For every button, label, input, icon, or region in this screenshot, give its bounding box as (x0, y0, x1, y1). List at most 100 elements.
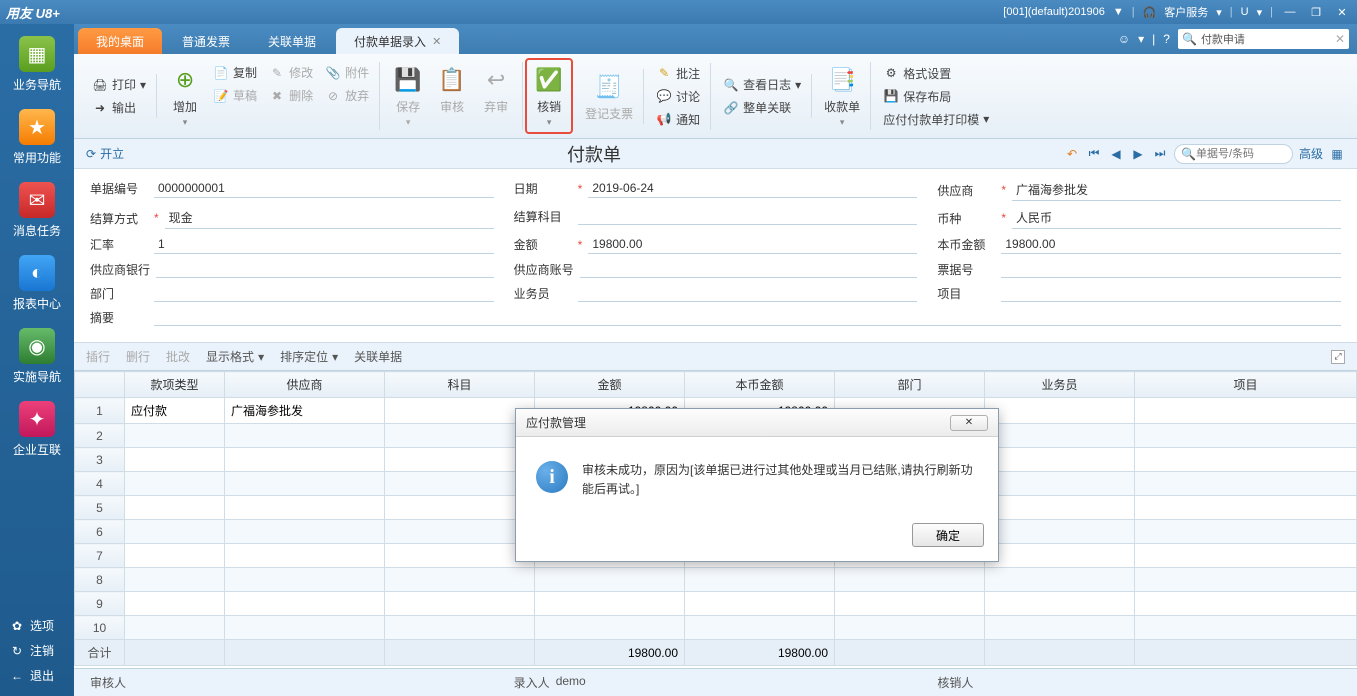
col-local[interactable]: 本币金额 (685, 372, 835, 398)
batch-button[interactable]: 批改 (166, 348, 190, 365)
dropdown-icon[interactable]: ▾ (1257, 6, 1263, 19)
delete-button[interactable]: ✖删除 (265, 85, 317, 106)
clear-icon[interactable]: ✕ (1335, 32, 1345, 46)
unaudit-button[interactable]: ↩弃审 (476, 62, 516, 130)
search-input[interactable] (1201, 33, 1331, 45)
sidebar-business-nav[interactable]: ▦业务导航 (0, 28, 74, 101)
note-button[interactable]: ✎批注 (652, 63, 704, 84)
sort-button[interactable]: 排序定位 ▾ (280, 348, 338, 365)
print-button[interactable]: 🖨打印 ▾ (88, 74, 150, 95)
tab-desktop[interactable]: 我的桌面 (78, 28, 162, 54)
settle-value[interactable]: 现金 (165, 207, 494, 229)
sidebar-exit[interactable]: ←退出 (0, 663, 74, 688)
dialog-ok-button[interactable]: 确定 (912, 523, 984, 547)
tab-close-icon[interactable]: ✕ (432, 35, 441, 48)
table-row[interactable]: 8 (75, 568, 1357, 592)
restore-button[interactable]: ❐ (1307, 3, 1325, 21)
tab-related-doc[interactable]: 关联单据 (250, 28, 334, 54)
currency-value[interactable]: 人民币 (1012, 207, 1341, 229)
delete-row-button[interactable]: 删行 (126, 348, 150, 365)
receipt-button[interactable]: 📑收款单▾ (820, 62, 864, 130)
discuss-button[interactable]: 💬讨论 (652, 86, 704, 107)
table-row[interactable]: 10 (75, 616, 1357, 640)
sidebar-options[interactable]: ✿选项 (0, 613, 74, 638)
clerk-value[interactable] (578, 284, 918, 302)
grid-toolbar: 插行 删行 批改 显示格式 ▾ 排序定位 ▾ 关联单据 ⤢ (74, 343, 1357, 371)
display-format-button[interactable]: 显示格式 ▾ (206, 348, 264, 365)
dropdown-icon[interactable]: ▾ (1138, 32, 1144, 46)
sidebar-enterprise-link[interactable]: ✦企业互联 (0, 393, 74, 466)
col-dept[interactable]: 部门 (835, 372, 985, 398)
format-button[interactable]: ⚙格式设置 (879, 63, 993, 84)
copy-button[interactable]: 📄复制 (209, 62, 261, 83)
kaili-button[interactable]: ⟳开立 (86, 145, 124, 162)
relate-button[interactable]: 🔗整单关联 (719, 97, 805, 118)
input-by-value: demo (556, 674, 586, 691)
verify-button[interactable]: ✅核销▾ (529, 62, 569, 130)
sidebar-logout[interactable]: ↻注销 (0, 638, 74, 663)
save-button[interactable]: 💾保存▾ (388, 62, 428, 130)
customer-service-link[interactable]: 客户服务 (1164, 4, 1208, 20)
sidebar-report-center[interactable]: ◐报表中心 (0, 247, 74, 320)
viewlog-button[interactable]: 🔍查看日志 ▾ (719, 74, 805, 95)
tab-invoice[interactable]: 普通发票 (164, 28, 248, 54)
next-button[interactable]: ▶ (1130, 146, 1146, 162)
grid-icon[interactable]: ▦ (1329, 146, 1345, 162)
supplier-value[interactable]: 广福海参批发 (1012, 179, 1341, 201)
rate-value[interactable]: 1 (154, 235, 494, 254)
output-button[interactable]: ➜输出 (88, 97, 150, 118)
subject-value[interactable] (578, 207, 918, 225)
dialog-titlebar[interactable]: 应付款管理 ✕ (516, 409, 998, 437)
acct-value[interactable] (580, 260, 918, 278)
dropdown-icon[interactable]: ▾ (1216, 6, 1222, 19)
advanced-link[interactable]: 高级 (1299, 145, 1323, 162)
docno-value[interactable]: 0000000001 (154, 179, 494, 198)
sidebar-common-func[interactable]: ★常用功能 (0, 101, 74, 174)
modify-button[interactable]: ✎修改 (265, 62, 317, 83)
prev-button[interactable]: ◀ (1108, 146, 1124, 162)
billno-value[interactable] (1001, 260, 1341, 278)
dropdown-icon[interactable]: ▼ (1113, 6, 1124, 18)
doc-search[interactable]: 🔍 (1174, 144, 1293, 164)
last-button[interactable]: ⏭ (1152, 146, 1168, 162)
related-doc-button[interactable]: 关联单据 (354, 348, 402, 365)
attach-button[interactable]: 📎附件 (321, 62, 373, 83)
dialog-close-button[interactable]: ✕ (950, 415, 988, 431)
local-amount-value[interactable]: 19800.00 (1001, 235, 1341, 254)
col-type[interactable]: 款项类型 (125, 372, 225, 398)
col-supplier[interactable]: 供应商 (225, 372, 385, 398)
bank-value[interactable] (156, 260, 494, 278)
date-value[interactable]: 2019-06-24 (588, 179, 917, 198)
summary-value[interactable] (154, 308, 1341, 326)
amount-value[interactable]: 19800.00 (588, 235, 917, 254)
col-amount[interactable]: 金额 (535, 372, 685, 398)
col-project[interactable]: 项目 (1135, 372, 1357, 398)
col-subject[interactable]: 科目 (385, 372, 535, 398)
add-button[interactable]: ⊕增加▾ (165, 62, 205, 130)
audit-button[interactable]: 📋审核 (432, 62, 472, 130)
project-value[interactable] (1001, 284, 1341, 302)
draft-button[interactable]: 📝草稿 (209, 85, 261, 106)
first-button[interactable]: ⏮ (1086, 146, 1102, 162)
help-icon[interactable]: ? (1163, 32, 1170, 46)
col-rownum[interactable] (75, 372, 125, 398)
tab-payment-entry[interactable]: 付款单据录入✕ (336, 28, 459, 54)
savelayout-button[interactable]: 💾保存布局 (879, 86, 993, 107)
close-button[interactable]: ✕ (1333, 3, 1351, 21)
dept-value[interactable] (154, 284, 494, 302)
col-clerk[interactable]: 业务员 (985, 372, 1135, 398)
undo-button[interactable]: ↶ (1064, 146, 1080, 162)
register-check-button[interactable]: 🧾登记支票 (581, 69, 637, 124)
abandon-button[interactable]: ⊘放弃 (321, 85, 373, 106)
expand-grid-button[interactable]: ⤢ (1331, 350, 1345, 364)
minimize-button[interactable]: — (1281, 3, 1299, 21)
global-search[interactable]: 🔍 ✕ (1178, 29, 1349, 49)
insert-row-button[interactable]: 插行 (86, 348, 110, 365)
smile-icon[interactable]: ☺ (1118, 32, 1130, 46)
notify-button[interactable]: 📢通知 (652, 109, 704, 130)
sidebar-messages[interactable]: ✉消息任务 (0, 174, 74, 247)
u-menu[interactable]: U (1241, 6, 1249, 18)
table-row[interactable]: 9 (75, 592, 1357, 616)
sidebar-implement-nav[interactable]: ◉实施导航 (0, 320, 74, 393)
printtpl-button[interactable]: 应付付款单打印模 ▾ (879, 109, 993, 130)
